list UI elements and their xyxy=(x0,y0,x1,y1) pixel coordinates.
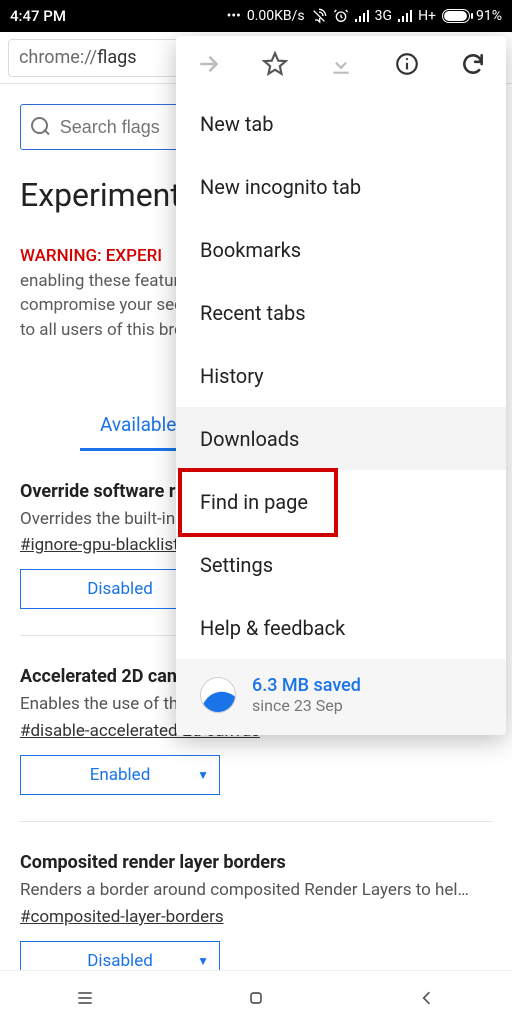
flag-desc: Renders a border around composited Rende… xyxy=(20,879,492,903)
menu-item-bookmarks[interactable]: Bookmarks xyxy=(176,218,506,281)
status-right: ••• 0.00KB/s 3G H+ 91% xyxy=(227,8,502,24)
status-net2: H+ xyxy=(418,8,436,24)
url-path: flags xyxy=(97,47,136,68)
forward-icon[interactable] xyxy=(195,50,223,78)
data-saver-line2: since 23 Sep xyxy=(252,696,361,715)
url-scheme: chrome:// xyxy=(19,47,97,68)
signal-icon-2 xyxy=(398,10,412,22)
flag-state-select[interactable]: Enabled▼ xyxy=(20,755,220,795)
alarm-icon xyxy=(333,8,349,24)
search-icon xyxy=(31,117,50,137)
menu-item-recent-tabs[interactable]: Recent tabs xyxy=(176,281,506,344)
data-saver-row[interactable]: 6.3 MB saved since 23 Sep xyxy=(176,659,506,735)
android-nav-bar xyxy=(0,970,512,1024)
overflow-menu: New tabNew incognito tabBookmarksRecent … xyxy=(176,36,506,735)
data-saver-icon xyxy=(200,677,236,713)
reload-icon[interactable] xyxy=(459,50,487,78)
chevron-down-icon: ▼ xyxy=(197,768,209,782)
menu-icon-row xyxy=(176,36,506,92)
warning-label: WARNING: EXPERI xyxy=(20,246,162,266)
menu-item-settings[interactable]: Settings xyxy=(176,533,506,596)
download-icon[interactable] xyxy=(327,50,355,78)
status-time: 4:47 PM xyxy=(10,7,66,25)
menu-item-downloads[interactable]: Downloads xyxy=(176,407,506,470)
menu-item-new-incognito-tab[interactable]: New incognito tab xyxy=(176,155,506,218)
nav-back-icon[interactable] xyxy=(415,986,439,1010)
nav-home-icon[interactable] xyxy=(244,986,268,1010)
menu-item-new-tab[interactable]: New tab xyxy=(176,92,506,155)
menu-item-history[interactable]: History xyxy=(176,344,506,407)
star-icon[interactable] xyxy=(261,50,289,78)
status-bar: 4:47 PM ••• 0.00KB/s 3G H+ 91% xyxy=(0,0,512,32)
info-icon[interactable] xyxy=(393,50,421,78)
nav-recent-icon[interactable] xyxy=(73,986,97,1010)
data-saver-line1: 6.3 MB saved xyxy=(252,675,361,696)
chevron-down-icon: ▼ xyxy=(197,954,209,968)
flag-title: Composited render layer borders xyxy=(20,852,492,873)
menu-item-help-feedback[interactable]: Help & feedback xyxy=(176,596,506,659)
flag-anchor[interactable]: #ignore-gpu-blacklist xyxy=(20,535,179,555)
status-speed: 0.00KB/s xyxy=(247,8,305,24)
divider xyxy=(20,821,492,822)
status-net1: 3G xyxy=(375,8,392,24)
signal-icon-1 xyxy=(355,10,369,22)
battery-icon xyxy=(442,9,470,23)
flag-anchor[interactable]: #composited-layer-borders xyxy=(20,907,224,927)
menu-item-find-in-page[interactable]: Find in page xyxy=(176,470,506,533)
status-battery: 91% xyxy=(476,8,502,24)
mute-icon xyxy=(311,8,327,24)
